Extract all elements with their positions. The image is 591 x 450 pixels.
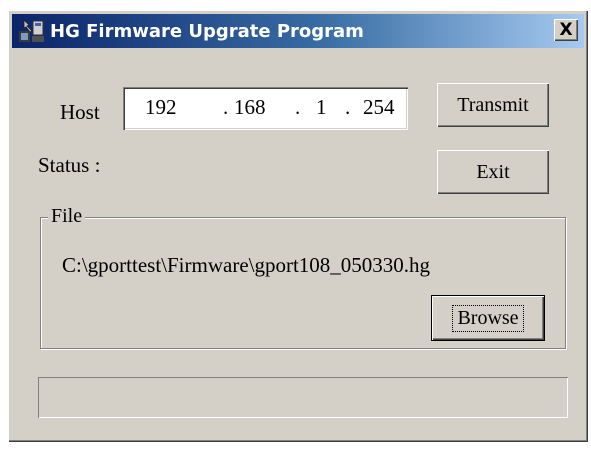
host-label: Host: [60, 100, 100, 124]
host-ip-input[interactable]: 192 . 168 . 1 . 254: [123, 87, 408, 130]
ip-octet-2[interactable]: 168: [234, 95, 266, 120]
transmit-button[interactable]: Transmit: [437, 83, 549, 127]
status-label: Status :: [38, 153, 101, 177]
exit-button[interactable]: Exit: [437, 150, 549, 194]
ip-dot-3: .: [345, 95, 351, 119]
close-icon: X: [559, 20, 573, 40]
app-icon: [19, 19, 44, 42]
close-button[interactable]: X: [554, 19, 578, 41]
ip-octet-1[interactable]: 192: [145, 95, 177, 120]
title-bar[interactable]: HG Firmware Upgrate Program X: [12, 14, 584, 48]
ip-octet-3[interactable]: 1: [316, 95, 327, 120]
file-group-label: File: [48, 205, 86, 228]
ip-dot-1: .: [223, 95, 229, 119]
ip-octet-4[interactable]: 254: [363, 95, 395, 120]
ip-dot-2: .: [295, 95, 301, 119]
exit-button-label: Exit: [476, 160, 510, 183]
transmit-button-label: Transmit: [457, 93, 529, 116]
file-path-text: C:\gporttest\Firmware\gport108_050330.hg: [62, 253, 431, 277]
upload-progress-bar: [38, 377, 568, 418]
browse-button-label: Browse: [452, 304, 524, 332]
browse-button[interactable]: Browse: [432, 296, 544, 340]
window-title: HG Firmware Upgrate Program: [50, 20, 364, 42]
